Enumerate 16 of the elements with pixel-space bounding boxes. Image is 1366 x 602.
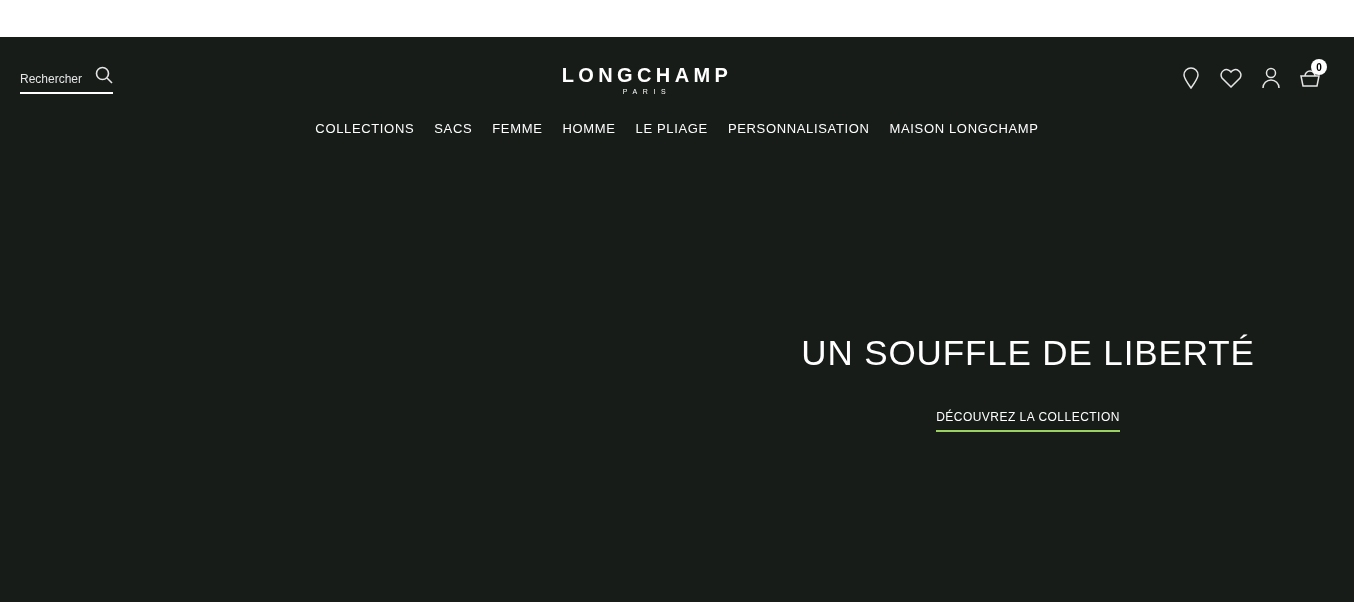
- cart-count-badge: 0: [1311, 59, 1327, 75]
- nav-link[interactable]: COLLECTIONS: [315, 119, 415, 147]
- search-icon[interactable]: [95, 66, 113, 84]
- nav-link[interactable]: PERSONNALISATION: [727, 119, 870, 147]
- collection-link[interactable]: DÉCOUVREZ LA COLLECTION: [936, 408, 1120, 432]
- heart-icon[interactable]: [1219, 68, 1243, 88]
- hero-title: UN SOUFFLE DE LIBERTÉ: [801, 335, 1255, 370]
- user-icon[interactable]: [1261, 67, 1281, 89]
- nav-link[interactable]: LE PLIAGE: [635, 119, 708, 147]
- location-pin-icon[interactable]: [1181, 67, 1201, 89]
- nav-link[interactable]: SACS: [434, 119, 473, 147]
- nav-link[interactable]: FEMME: [492, 119, 543, 147]
- search-field[interactable]: Rechercher: [20, 70, 113, 94]
- nav-link[interactable]: MAISON LONGCHAMP: [889, 119, 1039, 147]
- logo[interactable]: LONGCHAMP: [561, 65, 733, 85]
- nav-link[interactable]: HOMME: [562, 119, 616, 147]
